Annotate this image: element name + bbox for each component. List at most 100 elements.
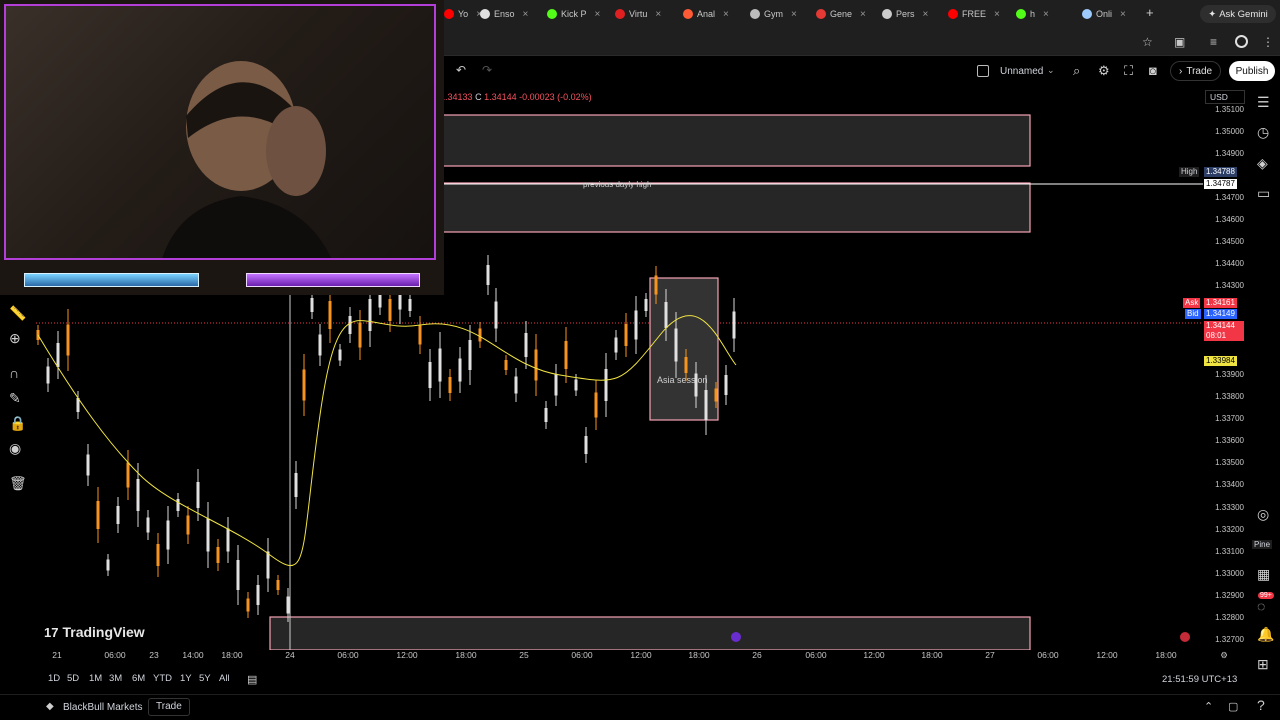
ruler-icon[interactable]: 📏 [9, 305, 26, 322]
layout-name[interactable]: Unnamed [1000, 66, 1043, 77]
time-tick: 18:00 [1155, 650, 1177, 660]
period-button[interactable]: 5D [67, 673, 79, 684]
browser-tab[interactable]: Yo× [444, 4, 482, 24]
period-button[interactable]: 3M [109, 673, 122, 684]
bookmark-star-icon[interactable]: ☆ [1142, 35, 1153, 49]
publish-button[interactable]: Publish [1229, 61, 1275, 81]
layers-icon[interactable]: ◈ [1257, 155, 1268, 172]
ask-gemini-button[interactable]: ✦ Ask Gemini [1200, 5, 1276, 23]
tab-favicon-icon [444, 9, 454, 19]
watchlist-icon[interactable]: ☰ [1257, 94, 1270, 111]
tab-close-icon[interactable]: × [860, 9, 866, 20]
timezone-clock[interactable]: 21:51:59 UTC+13 [1162, 674, 1237, 685]
candle-body [246, 598, 250, 612]
browser-tab[interactable]: h × [1016, 4, 1049, 24]
candle-body [106, 559, 110, 571]
period-button[interactable]: 1Y [180, 673, 192, 684]
maximize-panel-icon[interactable]: ▢ [1228, 700, 1238, 713]
supply-zone-lower[interactable] [439, 182, 1031, 233]
date-range-icon[interactable]: ▤ [247, 673, 257, 686]
candle-body [66, 324, 70, 356]
browser-tab[interactable]: Gene × [816, 4, 866, 24]
grid-menu-icon[interactable]: ⊞ [1257, 656, 1269, 673]
price-tick: 1.34500 [1215, 237, 1244, 246]
alerts-clock-icon[interactable]: ◷ [1257, 124, 1269, 141]
browser-menu-icon[interactable]: ⋮ [1262, 35, 1274, 49]
asia-session-box[interactable] [649, 277, 719, 421]
candle-body [724, 375, 728, 395]
time-axis-settings-icon[interactable]: ⚙ [1220, 650, 1228, 661]
alert-marker-icon[interactable] [1180, 632, 1190, 642]
layout-checkbox[interactable] [977, 65, 989, 77]
demand-zone[interactable] [269, 616, 1031, 650]
candle-body [256, 585, 260, 605]
time-tick: 24 [285, 650, 295, 660]
tradingview-mark-icon: 17 [44, 624, 59, 640]
browser-tab[interactable]: Pers × [882, 4, 928, 24]
ask-label: Ask [1183, 298, 1201, 308]
broadcast-icon[interactable]: ◌ [1257, 598, 1265, 614]
broker-trade-button[interactable]: Trade [148, 698, 190, 716]
tab-close-icon[interactable]: × [923, 9, 929, 20]
browser-tab[interactable]: Kick P × [547, 4, 600, 24]
pencil-icon[interactable]: ✎ [9, 390, 21, 407]
period-button[interactable]: YTD [153, 673, 172, 684]
tab-favicon-icon [1082, 9, 1092, 19]
browser-tab[interactable]: Virtu × [615, 4, 661, 24]
redo-icon[interactable]: ↷ [482, 63, 492, 77]
magnet-icon[interactable]: ∩ [9, 365, 19, 381]
time-tick: 12:00 [863, 650, 885, 660]
lock-icon[interactable]: 🔒 [9, 415, 26, 432]
period-button[interactable]: 6M [132, 673, 145, 684]
browser-tab[interactable]: FREE × [948, 4, 1000, 24]
zoom-in-icon[interactable]: ⊕ [9, 330, 21, 347]
candle-body [146, 517, 150, 533]
high-label: High [1179, 167, 1200, 177]
period-button[interactable]: All [219, 673, 230, 684]
broker-name[interactable]: BlackBull Markets [63, 702, 142, 713]
new-tab-button[interactable]: + [1146, 5, 1154, 20]
browser-tab[interactable]: Enso × [480, 4, 528, 24]
moving-average-line [37, 315, 737, 566]
time-tick: 12:00 [1096, 650, 1118, 660]
tab-close-icon[interactable]: × [1120, 9, 1126, 20]
supply-zone-upper[interactable] [439, 114, 1031, 167]
tab-close-icon[interactable]: × [655, 9, 661, 20]
period-button[interactable]: 1M [89, 673, 102, 684]
profile-avatar[interactable] [1235, 35, 1248, 48]
tab-close-icon[interactable]: × [723, 9, 729, 20]
tab-close-icon[interactable]: × [791, 9, 797, 20]
period-bar: 1D 5D 1M 3M 6M YTD 1Y 5Y All [0, 669, 1250, 689]
settings-icon[interactable]: ⚙ [1098, 63, 1110, 79]
candle-body [388, 299, 392, 321]
replay-marker-icon[interactable] [731, 632, 741, 642]
trash-icon[interactable]: 🗑 [9, 475, 27, 492]
time-axis[interactable]: 21 06:00 23 14:00 18:00 24 06:00 12:00 18:00 25 06… [0, 650, 1250, 664]
period-button[interactable]: 5Y [199, 673, 211, 684]
browser-tab[interactable]: Onli × [1082, 4, 1126, 24]
tab-close-icon[interactable]: × [595, 9, 601, 20]
period-button[interactable]: 1D [48, 673, 60, 684]
camera-icon[interactable]: ◙ [1149, 63, 1157, 78]
tab-close-icon[interactable]: × [994, 9, 1000, 20]
undo-icon[interactable]: ↶ [456, 63, 466, 77]
search-icon[interactable]: ⌕ [1073, 63, 1080, 79]
browser-tab[interactable]: Gym × [750, 4, 797, 24]
extensions-icon[interactable]: ▣ [1174, 35, 1185, 49]
chevron-down-icon[interactable]: ⌄ [1047, 65, 1055, 76]
fullscreen-icon[interactable]: ⛶ [1124, 63, 1133, 79]
bell-icon[interactable]: 🔔 [1257, 626, 1274, 643]
eye-icon[interactable]: ◉ [9, 440, 21, 457]
tab-close-icon[interactable]: × [1043, 9, 1049, 20]
price-tick: 1.34900 [1215, 149, 1244, 158]
trade-button[interactable]: › Trade [1170, 61, 1222, 81]
browser-tab[interactable]: Anal × [683, 4, 729, 24]
chat-icon[interactable]: ▭ [1257, 185, 1270, 202]
media-control-icon[interactable]: ≡ [1210, 35, 1217, 49]
chevron-up-icon[interactable]: ⌃ [1204, 700, 1213, 713]
time-tick: 18:00 [221, 650, 243, 660]
tab-close-icon[interactable]: × [523, 9, 529, 20]
target-icon[interactable]: ◎ [1257, 506, 1269, 523]
time-tick: 06:00 [571, 650, 593, 660]
calendar-icon[interactable]: ▦ [1257, 566, 1270, 583]
